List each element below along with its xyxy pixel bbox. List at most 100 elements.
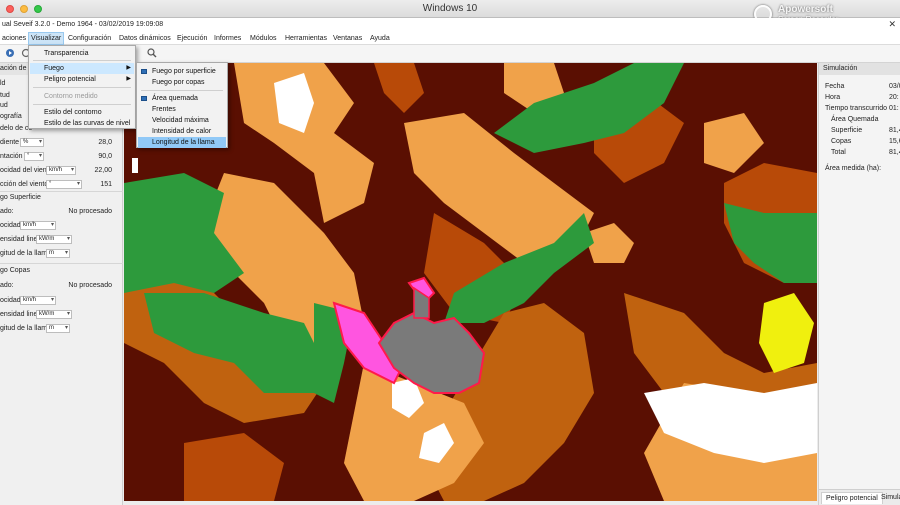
menu-item-fuego-copas[interactable]: Fuego por copas — [138, 77, 226, 88]
menu-acciones[interactable]: aciones — [0, 32, 28, 45]
menu-item-estilo-contorno[interactable]: Estilo del contorno — [30, 107, 134, 118]
menu-ayuda[interactable]: Ayuda — [368, 32, 392, 45]
menu-ventanas[interactable]: Ventanas — [331, 32, 364, 45]
total-row: Total 81,48 — [831, 147, 900, 158]
estado-value: No procesado — [68, 208, 112, 215]
menu-item-label: Fuego — [44, 65, 64, 72]
menu-item-contorno-medido: Contorno medido — [44, 93, 98, 100]
superficie-value: 81,48 — [889, 127, 900, 134]
tiempo-label: Tiempo transcurrido — [825, 105, 887, 112]
menu-separator — [33, 87, 131, 88]
section-title: go Superficie — [0, 194, 41, 201]
row-label: gitud de la llama — [0, 325, 51, 332]
copas-longitud: gitud de la llama m — [0, 322, 123, 335]
menu-visualizar[interactable]: Visualizar — [28, 32, 65, 45]
row-label: cción del viento — [0, 181, 49, 188]
menu-item-label: Peligro potencial — [44, 76, 96, 83]
aspect-value: 90,0 — [98, 153, 112, 160]
copas-intensidad: ensidad lineal kW/m — [0, 308, 123, 321]
row-label: ntación — [0, 153, 23, 160]
row-direccion-viento: cción del viento ° 151 — [0, 178, 123, 191]
submenu-arrow-icon: ▶ — [126, 65, 131, 71]
checked-icon — [141, 96, 147, 101]
crown-intensity-unit-select[interactable]: kW/m — [36, 310, 72, 319]
area-quemada-label: Área Quemada — [831, 116, 879, 123]
row-label: ocidad — [0, 297, 21, 304]
fecha-label: Fecha — [825, 83, 845, 90]
fecha-row: Fecha 03/02 — [825, 81, 900, 92]
tiempo-value: 01: — [889, 105, 899, 112]
hora-row: Hora 20: — [825, 92, 900, 103]
surface-speed-unit-select[interactable]: km/h — [20, 221, 56, 230]
menubar: aciones Visualizar Configuración Datos d… — [0, 32, 900, 45]
total-value: 81,48 — [889, 149, 900, 156]
area-medida-label: Área medida (ha): — [825, 165, 882, 172]
superficie-longitud: gitud de la llama m — [0, 247, 123, 260]
left-panel: ación de ld tud ud ografía delo de co di… — [0, 63, 123, 505]
menu-configuracion[interactable]: Configuración — [66, 32, 113, 45]
hora-value: 20: — [889, 94, 899, 101]
menu-separator — [141, 90, 223, 91]
menu-item-estilo-curvas[interactable]: Estilo de las curvas de nivel — [30, 118, 134, 129]
row-label: diente — [0, 139, 20, 146]
section-title: go Copas — [0, 267, 30, 274]
copas-velocidad: ocidad km/h — [0, 294, 123, 307]
row-label: ocidad — [0, 222, 21, 229]
checked-icon — [141, 69, 147, 74]
menu-modulos[interactable]: Módulos — [248, 32, 278, 45]
estado-label: ado: — [0, 282, 14, 289]
menu-datos-dinamicos[interactable]: Datos dinámicos — [117, 32, 173, 45]
menu-item-fuego[interactable]: Fuego ▶ — [30, 63, 134, 74]
menu-item-frentes[interactable]: Frentes — [138, 104, 226, 115]
menu-separator — [33, 104, 131, 105]
fuego-submenu: Fuego por superficie Fuego por copas Áre… — [136, 62, 228, 148]
visualizar-menu: Transparencia Fuego ▶ Peligro potencial … — [28, 45, 136, 129]
estado-label: ado: — [0, 208, 14, 215]
menu-item-peligro-potencial[interactable]: Peligro potencial ▶ — [30, 74, 134, 85]
slope-value: 28,0 — [98, 139, 112, 146]
menu-item-area-quemada[interactable]: Área quemada — [138, 93, 226, 104]
menu-item-label: Fuego por superficie — [152, 68, 216, 75]
menu-ejecucion[interactable]: Ejecución — [175, 32, 209, 45]
menu-separator — [33, 60, 131, 61]
hora-label: Hora — [825, 94, 841, 101]
superficie-intensidad: ensidad lineal kW/m — [0, 233, 123, 246]
right-panel-tabs: Peligro potencial Simula — [819, 489, 900, 505]
aspect-unit-select[interactable]: ° — [24, 152, 44, 161]
row-orientacion: ntación ° 90,0 — [0, 150, 123, 163]
menu-item-label: Área quemada — [152, 95, 198, 102]
crown-speed-unit-select[interactable]: km/h — [20, 296, 56, 305]
superficie-estado: ado: No procesado — [0, 205, 123, 218]
wind-speed-value: 22,00 — [94, 167, 112, 174]
wind-direction-value: 151 — [100, 181, 112, 188]
copas-header: go Copas — [0, 264, 123, 277]
surface-length-unit-select[interactable]: m — [46, 249, 70, 258]
menu-informes[interactable]: Informes — [212, 32, 243, 45]
superficie-label: Superficie — [831, 127, 863, 134]
total-label: Total — [831, 149, 846, 156]
copas-value: 15,60 — [889, 138, 900, 145]
menu-item-transparencia[interactable]: Transparencia — [30, 48, 134, 59]
play-icon[interactable] — [4, 48, 16, 60]
simulation-panel: Simulación Fecha 03/02 Hora 20: Tiempo tra… — [818, 63, 900, 505]
tab-peligro-potencial[interactable]: Peligro potencial — [821, 492, 883, 504]
superficie-velocidad: ocidad km/h — [0, 219, 123, 232]
surface-intensity-unit-select[interactable]: kW/m — [36, 235, 72, 244]
menu-herramientas[interactable]: Herramientas — [283, 32, 329, 45]
slope-unit-select[interactable]: % — [20, 138, 44, 147]
wind-direction-unit-select[interactable]: ° — [46, 180, 82, 189]
menu-item-velocidad-maxima[interactable]: Velocidad máxima — [138, 115, 226, 126]
app-title: ual Seveif 3.2.0 - Demo 1964 - 03/02/201… — [0, 18, 900, 32]
crown-length-unit-select[interactable]: m — [46, 324, 70, 333]
menu-item-longitud-llama[interactable]: Longitud de la llama — [138, 137, 226, 148]
wind-speed-unit-select[interactable]: km/h — [46, 166, 76, 175]
menu-item-intensidad-calor[interactable]: Intensidad de calor — [138, 126, 226, 137]
copas-label: Copas — [831, 138, 852, 145]
row-label: gitud de la llama — [0, 250, 51, 257]
zoom-icon[interactable] — [146, 48, 158, 60]
superficie-row: Superficie 81,48 — [831, 125, 900, 136]
copas-row: Copas 15,60 — [831, 136, 900, 147]
tab-simulacion[interactable]: Simula — [877, 492, 900, 504]
app-close-icon[interactable]: ✕ — [888, 19, 896, 30]
menu-item-fuego-superficie[interactable]: Fuego por superficie — [138, 66, 226, 77]
